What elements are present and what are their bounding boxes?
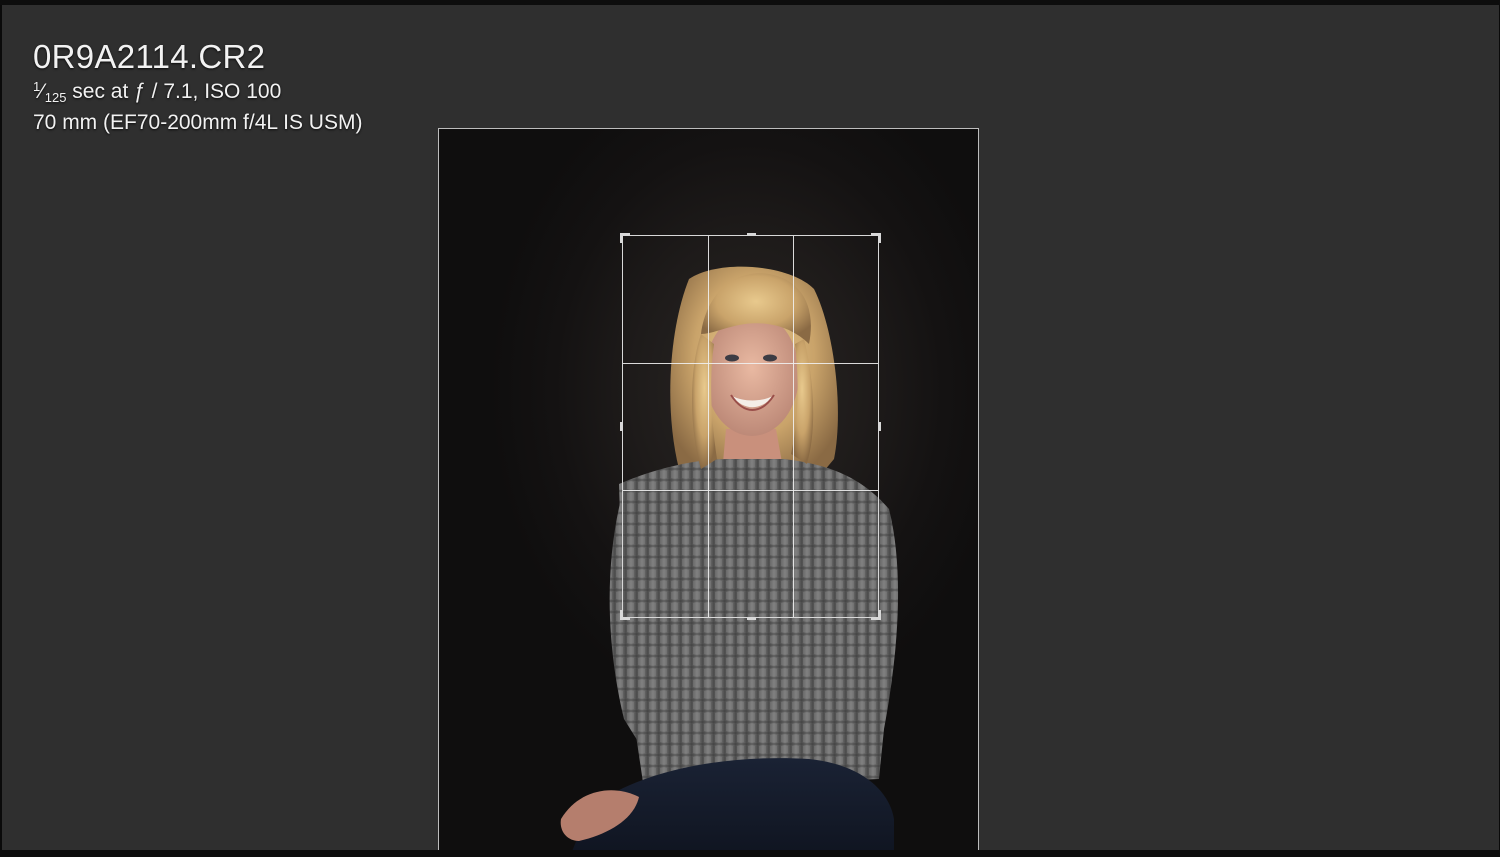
crop-grid-line xyxy=(623,363,878,364)
develop-workspace: 0R9A2114.CR2 1⁄125 sec at ƒ / 7.1, ISO 1… xyxy=(2,5,1499,850)
shutter-numerator: 1 xyxy=(33,79,41,94)
crop-grid-line xyxy=(623,490,878,491)
filename-label: 0R9A2114.CR2 xyxy=(33,38,266,75)
shutter-denominator: 125 xyxy=(44,90,67,105)
exposure-label: 1⁄125 sec at ƒ / 7.1, ISO 100 xyxy=(33,79,282,105)
lens-label: 70 mm (EF70-200mm f/4L IS USM) xyxy=(33,111,363,134)
crop-handle-top-right[interactable] xyxy=(878,233,881,243)
crop-grid-line xyxy=(793,236,794,617)
crop-frame[interactable] xyxy=(620,233,881,620)
crop-handle-right[interactable] xyxy=(878,422,881,431)
window-bottom-edge xyxy=(0,850,1500,857)
crop-handle-bottom[interactable] xyxy=(747,617,756,620)
crop-grid-line xyxy=(708,236,709,617)
crop-handle-left[interactable] xyxy=(620,422,623,431)
crop-handle-bottom-right[interactable] xyxy=(878,610,881,620)
photo-canvas[interactable] xyxy=(438,128,979,850)
crop-handle-top[interactable] xyxy=(747,233,756,236)
exposure-details: sec at ƒ / 7.1, ISO 100 xyxy=(66,80,282,103)
info-overlay: 0R9A2114.CR2 1⁄125 sec at ƒ / 7.1, ISO 1… xyxy=(33,37,362,137)
crop-handle-top-left[interactable] xyxy=(620,233,623,243)
crop-handle-bottom-left[interactable] xyxy=(620,610,623,620)
